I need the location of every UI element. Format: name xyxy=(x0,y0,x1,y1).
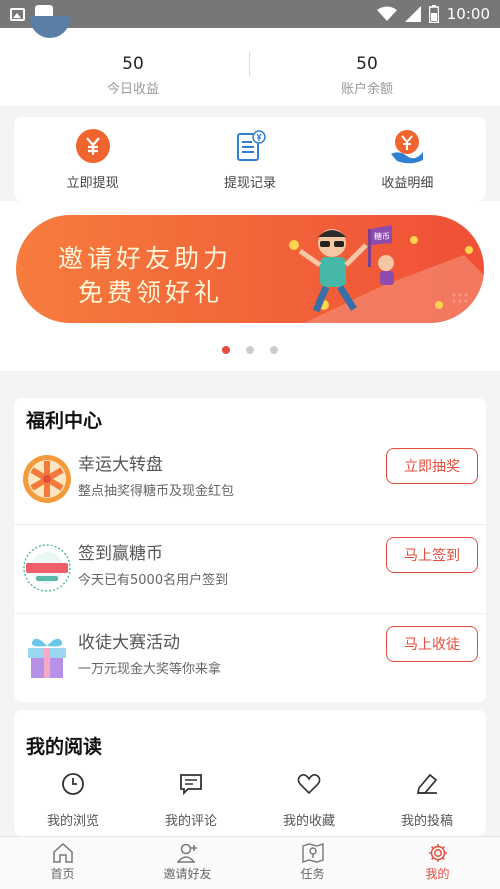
quick-actions: 立即提现 提现记录 收益明细 xyxy=(14,117,486,201)
section-title: 福利中心 xyxy=(26,410,103,432)
tab-label: 我的 xyxy=(425,867,450,881)
reading-label: 我的浏览 xyxy=(46,814,99,829)
tab-home[interactable]: 首页 xyxy=(0,837,125,889)
add-user-icon xyxy=(176,843,197,863)
item-title: 签到赢糖币 xyxy=(78,544,163,564)
reading-label: 我的收藏 xyxy=(282,814,335,829)
tab-label: 首页 xyxy=(50,867,75,881)
carousel-indicator xyxy=(0,346,500,354)
map-pin-icon xyxy=(301,843,324,863)
wheel-icon xyxy=(23,455,71,503)
gear-icon xyxy=(428,844,447,862)
reading-shortcuts: 我的浏览 我的评论 我的收藏 我的投稿 xyxy=(14,772,486,829)
yen-coin-icon xyxy=(75,129,110,163)
status-time: 10:00 xyxy=(446,5,490,23)
clock-icon xyxy=(62,773,84,795)
item-subtitle: 一万元现金大奖等你来拿 xyxy=(78,662,222,677)
stat-value: 50 xyxy=(122,54,144,74)
item-title: 收徒大赛活动 xyxy=(78,633,180,653)
quick-action-label: 立即提现 xyxy=(66,176,119,191)
tab-label: 任务 xyxy=(300,867,325,881)
tab-tasks[interactable]: 任务 xyxy=(250,837,375,889)
battery-icon xyxy=(428,5,439,23)
earnings-summary: 50 今日收益 50 账户余额 xyxy=(0,16,500,106)
reading-label: 我的评论 xyxy=(164,814,217,829)
banner-subheadline: 免费领好礼 xyxy=(78,278,224,307)
heart-icon xyxy=(297,774,321,795)
comment-icon xyxy=(180,774,202,796)
sign-in-button[interactable]: 马上签到 xyxy=(386,537,478,573)
quick-action-label: 收益明细 xyxy=(381,176,434,191)
signin-badge-icon xyxy=(23,544,71,592)
home-icon xyxy=(52,843,73,863)
status-bar: 10:00 xyxy=(0,0,500,28)
recruit-apprentice-button[interactable]: 马上收徒 xyxy=(386,626,478,662)
pen-icon xyxy=(416,773,438,794)
tab-label: 邀请好友 xyxy=(163,867,212,881)
reading-label: 我的投稿 xyxy=(400,814,453,829)
quick-action-label: 提现记录 xyxy=(223,176,276,191)
yen-hand-icon xyxy=(391,130,424,164)
welfare-center: 福利中心 幸运大转盘 整点抽奖得糖币及现金红包 立即抽奖 签到赢糖币 今天已有5… xyxy=(14,398,486,702)
banner-carousel: 邀请好友助力 免费领好礼 糖币 xyxy=(0,201,500,371)
withdraw-records-button[interactable]: 提现记录 xyxy=(171,117,328,201)
item-subtitle: 今天已有5000名用户签到 xyxy=(78,573,229,588)
my-comments-button[interactable]: 我的评论 xyxy=(132,772,250,829)
stat-account-balance[interactable]: 50 账户余额 xyxy=(242,54,492,97)
avatar[interactable] xyxy=(30,16,70,38)
bottom-tab-bar: 首页 邀请好友 任务 我的 xyxy=(0,836,500,889)
my-reading: 我的阅读 我的浏览 我的评论 我的收藏 我的投稿 xyxy=(14,710,486,836)
banner-flag-text: 糖币 xyxy=(374,231,390,241)
earnings-detail-button[interactable]: 收益明细 xyxy=(329,117,486,201)
invite-friends-banner[interactable]: 邀请好友助力 免费领好礼 糖币 xyxy=(16,215,484,323)
my-submissions-button[interactable]: 我的投稿 xyxy=(368,772,486,829)
draw-now-button[interactable]: 立即抽奖 xyxy=(386,448,478,484)
signin-row[interactable]: 签到赢糖币 今天已有5000名用户签到 马上签到 xyxy=(14,525,486,613)
stat-value: 50 xyxy=(356,54,378,74)
stat-label: 账户余额 xyxy=(340,82,393,97)
signal-icon xyxy=(404,6,421,22)
apprentice-contest-row[interactable]: 收徒大赛活动 一万元现金大奖等你来拿 马上收徒 xyxy=(14,614,486,702)
carousel-dot[interactable] xyxy=(222,346,230,354)
gallery-notification-icon xyxy=(10,7,25,21)
carousel-dot[interactable] xyxy=(246,346,254,354)
item-title: 幸运大转盘 xyxy=(78,455,163,475)
stat-label: 今日收益 xyxy=(106,82,159,97)
wifi-icon xyxy=(376,6,397,21)
my-history-button[interactable]: 我的浏览 xyxy=(14,772,132,829)
banner-headline: 邀请好友助力 xyxy=(58,244,233,273)
tab-mine[interactable]: 我的 xyxy=(375,837,500,889)
banner-illustration: 糖币 xyxy=(289,225,484,323)
section-title: 我的阅读 xyxy=(26,736,103,758)
lucky-wheel-row[interactable]: 幸运大转盘 整点抽奖得糖币及现金红包 立即抽奖 xyxy=(14,436,486,524)
document-record-icon xyxy=(236,130,266,161)
stat-today-earnings[interactable]: 50 今日收益 xyxy=(8,54,258,97)
gift-box-icon xyxy=(28,638,66,678)
my-favorites-button[interactable]: 我的收藏 xyxy=(250,772,368,829)
item-subtitle: 整点抽奖得糖币及现金红包 xyxy=(78,484,235,499)
tab-invite-friends[interactable]: 邀请好友 xyxy=(125,837,250,889)
withdraw-now-button[interactable]: 立即提现 xyxy=(14,117,171,201)
carousel-dot[interactable] xyxy=(270,346,278,354)
